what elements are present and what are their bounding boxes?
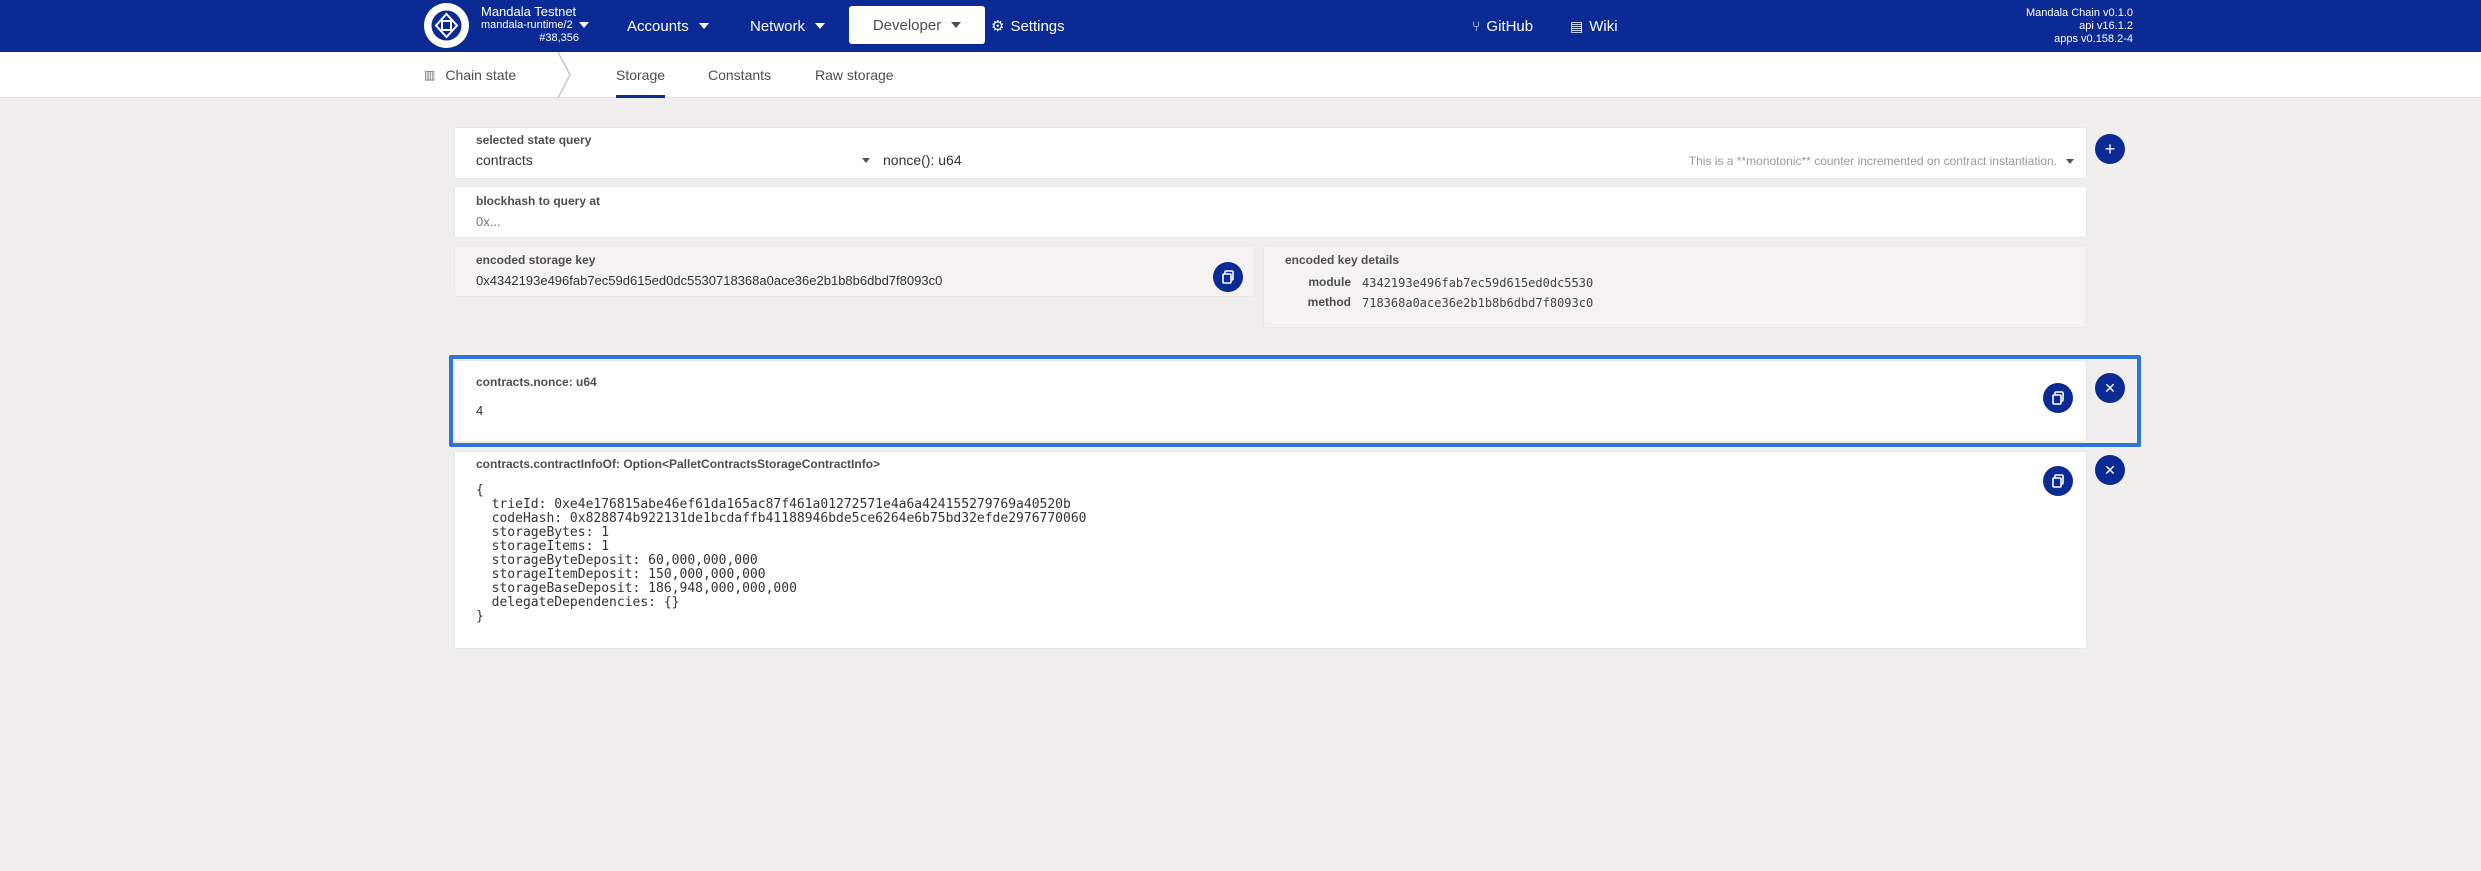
copy-result-button[interactable] [2043,466,2073,496]
nav-github-label: GitHub [1486,17,1534,35]
state-query-label: selected state query [476,133,592,147]
tab-constants[interactable]: Constants [708,52,771,98]
encoded-key-label: encoded storage key [476,253,596,267]
section-title-label: Chain state [445,67,517,83]
method-value: nonce(): u64 [883,152,962,168]
chevron-down-icon [2066,159,2074,164]
nav-wiki-link[interactable]: ▤ Wiki [1570,0,1618,52]
version-info: Mandala Chain v0.1.0 api v16.1.2 apps v0… [2026,7,2133,46]
nav-developer[interactable]: Developer [849,6,985,44]
gear-icon: ⚙ [991,18,1005,35]
apps-version: apps v0.158.2-4 [2054,33,2133,45]
chain-name[interactable]: Mandala Testnet [481,4,576,19]
nav-accounts[interactable]: Accounts [627,0,709,52]
key-details-label: encoded key details [1285,253,1400,267]
method-hash: 718368a0ace36e2b1b8b6dbd7f8093c0 [1362,296,1594,310]
selection-highlight [449,355,2141,447]
encoded-key-value: 0x4342193e496fab7ec59d615ed0dc5530718368… [476,273,943,288]
nav-settings-label: Settings [1010,17,1065,35]
add-query-button[interactable]: + [2095,134,2125,164]
section-title: ▥ Chain state [424,52,516,98]
chevron-down-icon [815,23,826,29]
method-dropdown[interactable]: nonce(): u64 This is a **monotonic** cou… [883,150,2077,172]
nav-network-label: Network [750,17,806,35]
sub-nav: ▥ Chain state Storage Constants Raw stora… [0,52,2481,98]
git-branch-icon: ⑂ [1472,18,1481,34]
nav-settings[interactable]: ⚙ Settings [991,0,1065,52]
database-icon: ▥ [424,68,436,82]
module-label: module [1308,275,1351,289]
runtime-label: mandala-runtime/2 [481,19,573,31]
book-icon: ▤ [1570,17,1584,34]
tab-storage[interactable]: Storage [616,52,666,98]
copy-icon [2052,391,2064,405]
chevron-down-icon [698,23,709,29]
copy-icon [1222,270,1234,284]
nav-wiki-label: Wiki [1589,17,1618,35]
nav-network[interactable]: Network [750,0,826,52]
chevron-down-icon [862,158,870,163]
block-number: #38,356 [539,32,579,44]
module-hash: 4342193e496fab7ec59d615ed0dc5530 [1362,276,1594,290]
remove-result-button[interactable]: ✕ [2095,455,2125,485]
method-description: This is a **monotonic** counter incremen… [1688,154,2057,168]
breadcrumb-chevron-icon [557,52,571,98]
chain-version: Mandala Chain v0.1.0 [2025,7,2133,19]
nav-developer-label: Developer [872,16,942,34]
tab-raw-storage[interactable]: Raw storage [815,52,894,98]
close-icon: ✕ [2104,380,2116,396]
result-json-value: { trieId: 0xe4e176815abe46ef61da165ac87f… [476,483,1087,624]
chain-logo-icon[interactable] [424,3,469,48]
top-bar: Mandala Testnet mandala-runtime/2 #38,35… [0,0,2481,52]
module-value: contracts [476,152,533,168]
chevron-down-icon [578,22,589,29]
remove-result-button[interactable]: ✕ [2095,373,2125,403]
blockhash-label: blockhash to query at [476,194,601,208]
result-label: contracts.contractInfoOf: Option<PalletC… [476,457,881,471]
state-query-panel: selected state query contracts nonce(): … [454,127,2087,179]
nav-accounts-label: Accounts [627,17,689,35]
key-details-panel: encoded key details module 4342193e496fa… [1263,245,2087,328]
blockhash-input[interactable] [476,211,2066,231]
method-label: method [1307,295,1351,309]
copy-encoded-key-button[interactable] [1213,262,1243,292]
close-icon: ✕ [2104,462,2116,478]
copy-result-button[interactable] [2043,383,2073,413]
blockhash-panel: blockhash to query at [454,186,2087,238]
chevron-down-icon [951,22,962,28]
runtime-selector[interactable]: mandala-runtime/2 [481,19,589,31]
encoded-key-panel: encoded storage key 0x4342193e496fab7ec5… [454,245,1255,297]
api-version: api v16.1.2 [2079,20,2133,32]
nav-github-link[interactable]: ⑂ GitHub [1472,0,1533,52]
copy-icon [2052,474,2064,488]
